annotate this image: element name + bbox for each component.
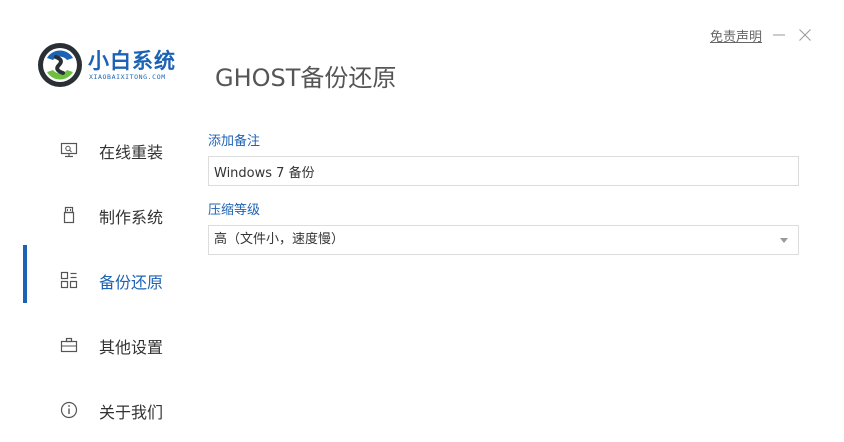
note-label: 添加备注 [208,134,261,149]
app-domain: XIAOBAIXITONG.COM [89,73,166,81]
sidebar-item-other-settings[interactable]: 其他设置 [0,312,200,377]
sidebar-item-label: 关于我们 [99,403,164,422]
active-indicator [23,245,27,303]
app-logo: 小白系统 XIAOBAIXITONG.COM [37,42,197,88]
compression-select[interactable]: 高（文件小，速度慢） [208,225,799,255]
minimize-button[interactable] [770,26,788,44]
window-controls: 免责声明 [710,25,814,45]
sidebar-item-online-reinstall[interactable]: 在线重装 [0,117,200,182]
close-icon [799,29,811,41]
sidebar-item-make-system[interactable]: 制作系统 [0,182,200,247]
disclaimer-link[interactable]: 免责声明 [710,26,762,45]
note-input[interactable] [208,156,799,186]
backup-form: 添加备注 压缩等级 高（文件小，速度慢） [208,133,799,255]
backup-icon [60,271,78,289]
app-name: 小白系统 [88,49,176,73]
compression-label: 压缩等级 [208,203,261,218]
usb-icon [63,206,75,224]
sidebar-item-label: 其他设置 [99,338,164,357]
briefcase-icon [60,337,78,353]
sidebar-item-label: 备份还原 [99,273,164,292]
minimize-icon [773,34,785,36]
sidebar-item-about-us[interactable]: 关于我们 [0,377,200,442]
compression-selected-value: 高（文件小，速度慢） [214,232,345,247]
info-icon [60,401,78,419]
sidebar-item-backup-restore[interactable]: 备份还原 [0,245,200,312]
page-title: GHOST备份还原 [215,64,397,92]
chevron-down-icon [780,238,788,243]
logo-icon [38,43,82,87]
sidebar-item-label: 制作系统 [99,208,164,227]
sidebar: 在线重装 制作系统 备份还原 其他设置 关于我们 [0,117,200,442]
sidebar-item-label: 在线重装 [99,143,164,162]
monitor-icon [60,142,78,158]
close-button[interactable] [796,26,814,44]
